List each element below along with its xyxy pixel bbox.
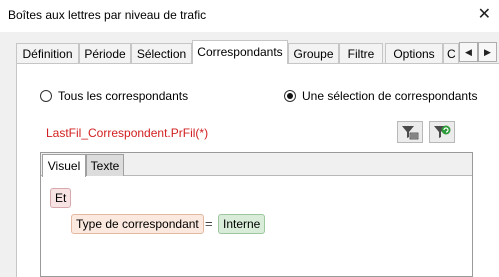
window-title: Boîtes aux lettres par niveau de trafic [8,8,207,22]
radio-button[interactable] [40,90,52,102]
tab-groupe[interactable]: Groupe [288,43,339,63]
filter-refresh-icon [434,125,451,138]
editor-tab-strip: Visuel Texte [41,153,472,177]
filter-edit-icon [402,126,419,140]
tab-definition[interactable]: Définition [16,43,79,63]
tab-scroll-left-icon[interactable]: ◀ [459,42,478,62]
condition-value-chip[interactable]: Interne [218,214,266,234]
filter-edit-button[interactable] [397,121,423,143]
radio-selection-label: Une sélection de correspondants [302,89,478,103]
tab-selection[interactable]: Sélection [131,43,192,63]
tab-c-truncated[interactable]: C [443,43,459,63]
equals-operator[interactable]: = [205,216,213,231]
tab-texte[interactable]: Texte [86,154,124,176]
tab-scroll-right-icon[interactable]: ▶ [478,42,497,62]
condition-editor: Visuel Texte Et Type de correspondant = … [40,152,473,277]
radio-all-label: Tous les correspondants [58,89,189,103]
and-operator-chip[interactable]: Et [50,188,72,208]
title-bar: Boîtes aux lettres par niveau de trafic … [0,0,499,32]
radio-button-checked[interactable] [284,90,296,102]
tab-filtre[interactable]: Filtre [339,43,383,63]
radio-all-correspondents[interactable]: Tous les correspondants [40,89,188,103]
close-icon[interactable]: ✕ [478,4,491,24]
filter-refresh-button[interactable] [429,121,455,143]
filter-expression: LastFil_Correspondent.PrFil(*) [46,126,209,140]
radio-selected-correspondents[interactable]: Une sélection de correspondants [284,89,477,103]
tab-visuel[interactable]: Visuel [42,154,86,177]
tab-correspondants[interactable]: Correspondants [192,40,288,64]
condition-field-chip[interactable]: Type de correspondant [71,214,204,234]
tab-options[interactable]: Options [385,43,443,63]
tab-periode[interactable]: Période [79,43,131,63]
tab-strip: Définition Période Sélection Corresponda… [0,38,499,64]
